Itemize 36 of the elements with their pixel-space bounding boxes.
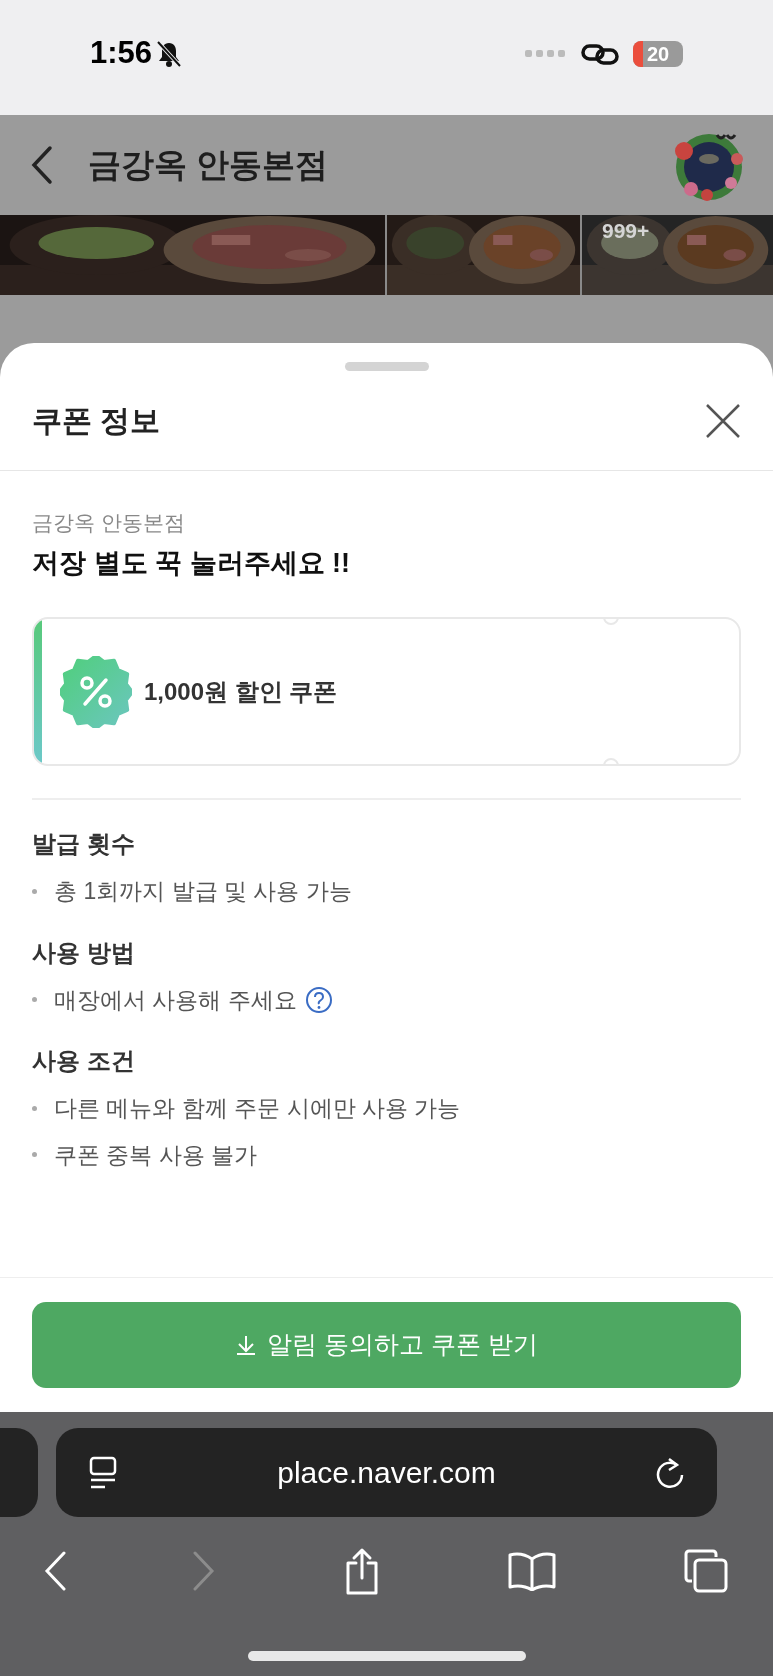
help-icon[interactable]	[304, 985, 333, 1014]
clock-time: 1:56	[90, 34, 153, 73]
download-icon	[235, 1334, 258, 1356]
bullet-icon	[32, 1105, 37, 1111]
page-title: 금강옥 안동본점	[88, 145, 329, 186]
coupon-headline: 저장 별도 꾹 눌러주세요 !!	[32, 546, 351, 580]
bullet-icon	[32, 1152, 37, 1158]
signal-dots-icon	[525, 49, 565, 58]
coupon-label: 1,000원 할인 쿠폰	[144, 676, 338, 707]
battery-indicator: 20	[633, 40, 683, 67]
sheet-title: 쿠폰 정보	[32, 403, 161, 439]
section-title: 발급 횟수	[32, 829, 136, 859]
photo-count: 999+	[602, 218, 650, 244]
condition-text: 다른 메뉴와 함께 주문 시에만 사용 가능	[54, 1094, 461, 1123]
muted-bell-icon	[156, 39, 183, 68]
url-text: place.naver.com	[276, 1455, 497, 1491]
condition-text: 매장에서 사용해 주세요	[54, 985, 297, 1015]
condition-text: 총 1회까지 발급 및 사용 가능	[54, 877, 352, 906]
sheet-handle[interactable]	[344, 362, 429, 371]
reader-icon[interactable]	[88, 1455, 118, 1490]
reload-icon[interactable]	[655, 1456, 685, 1489]
section-title: 사용 방법	[32, 937, 136, 968]
book-icon[interactable]	[508, 1551, 557, 1591]
section-title: 사용 조건	[32, 1046, 136, 1076]
store-name: 금강옥 안동본점	[32, 510, 186, 536]
bullet-icon	[32, 888, 37, 894]
address-bar[interactable]: place.naver.com	[56, 1428, 717, 1517]
bullet-icon	[32, 997, 37, 1003]
tabs-icon[interactable]	[683, 1548, 729, 1594]
link-icon	[581, 42, 619, 65]
percent-badge-icon	[60, 655, 132, 728]
tab-preview[interactable]	[0, 1428, 38, 1517]
condition-text: 쿠폰 중복 사용 불가	[54, 1140, 258, 1170]
back-icon[interactable]	[30, 145, 54, 185]
close-icon[interactable]	[705, 402, 741, 439]
back-icon[interactable]	[44, 1551, 66, 1591]
